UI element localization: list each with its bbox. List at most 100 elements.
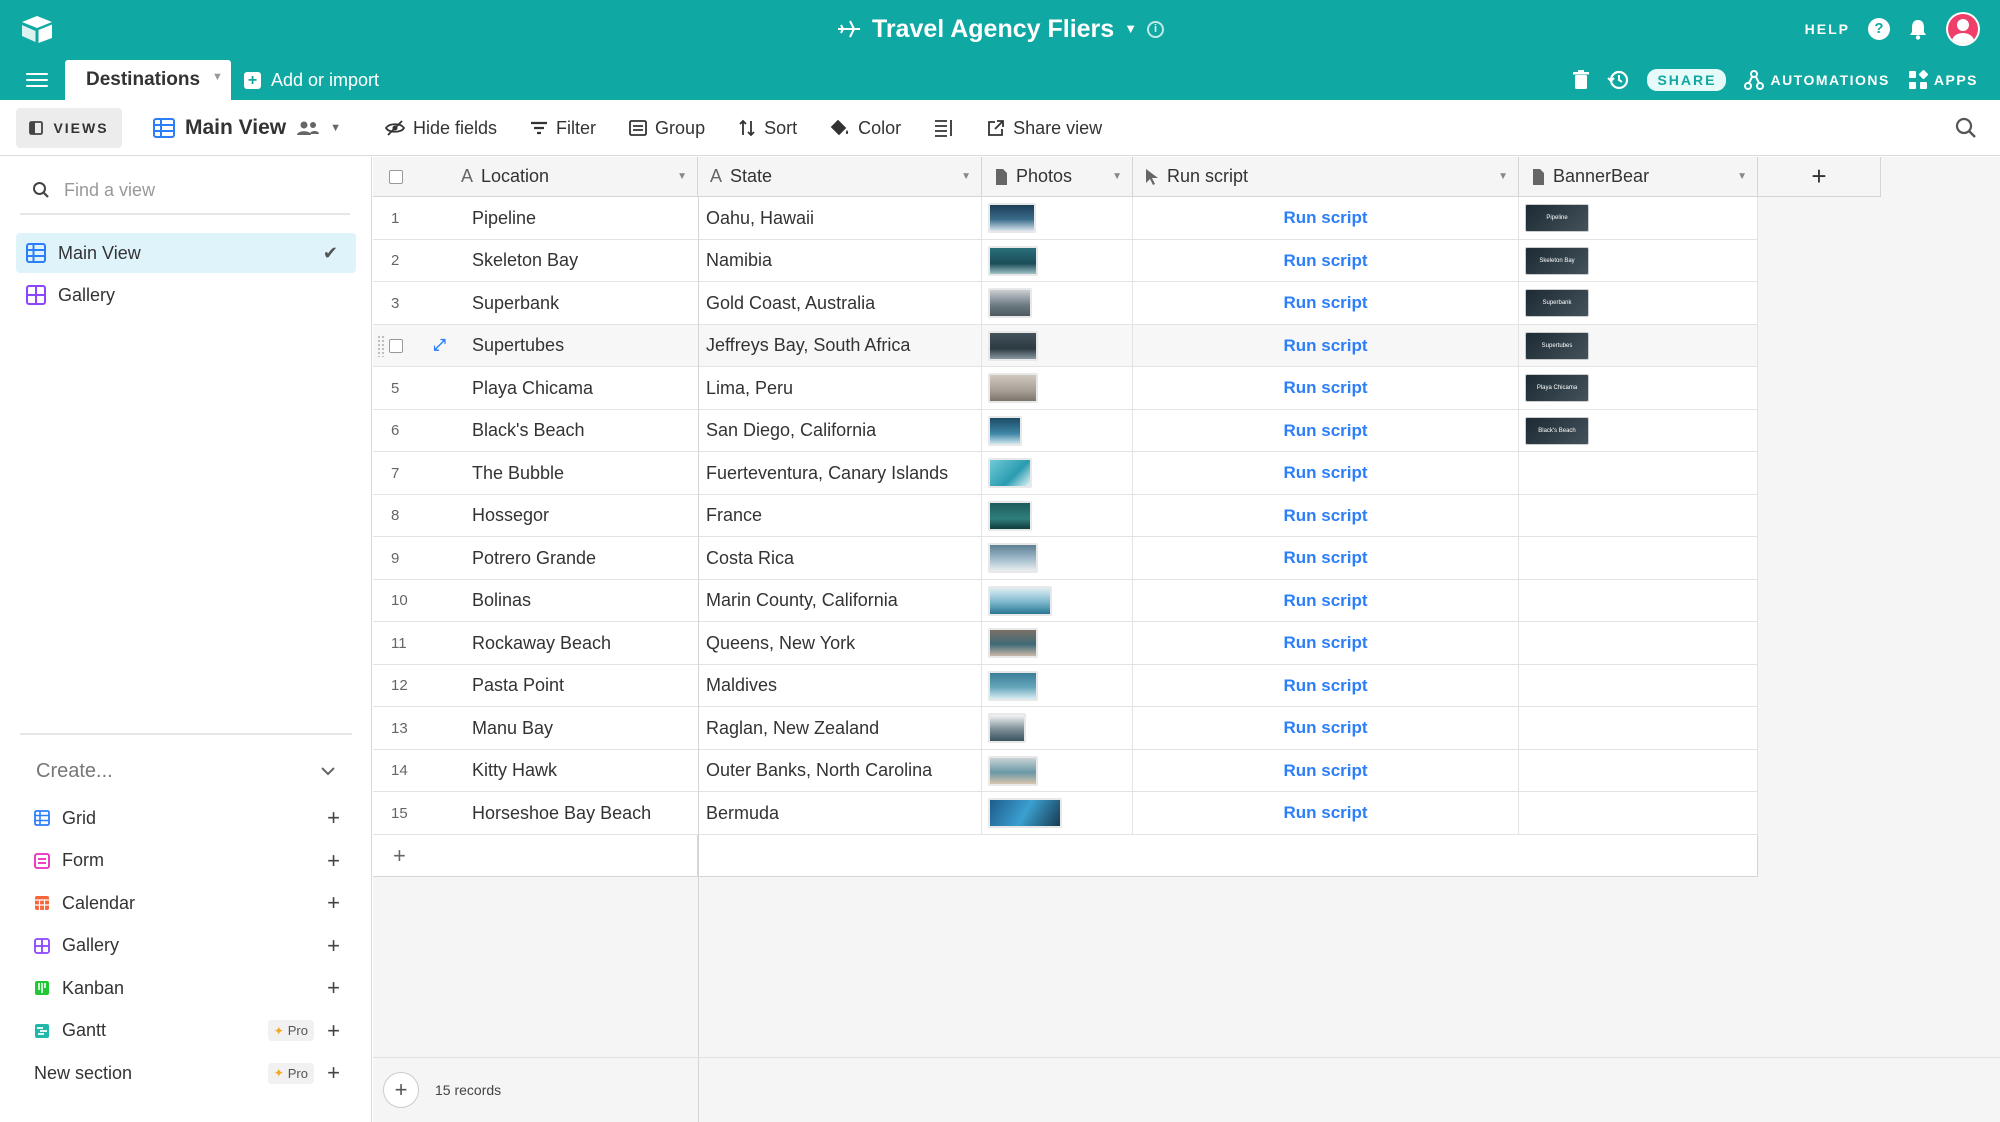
location-cell[interactable]: Bolinas bbox=[472, 580, 698, 623]
photos-cell[interactable] bbox=[982, 409, 1133, 452]
table-row[interactable]: Outer Banks, North Carolina Run script bbox=[698, 749, 1758, 792]
banner-image-thumbnail[interactable]: Black's Beach bbox=[1525, 416, 1589, 445]
create-calendar-view[interactable]: Calendar + bbox=[34, 882, 340, 925]
find-view-input[interactable]: Find a view bbox=[20, 167, 350, 215]
photos-cell[interactable] bbox=[982, 622, 1133, 665]
photos-cell[interactable] bbox=[982, 664, 1133, 707]
run-script-button[interactable]: Run script bbox=[1133, 506, 1518, 526]
table-row[interactable]: 8 Hossegor bbox=[373, 494, 698, 537]
table-row[interactable]: 9 Potrero Grande bbox=[373, 537, 698, 580]
banner-image-thumbnail[interactable]: Pipeline bbox=[1525, 204, 1589, 233]
add-row-area[interactable] bbox=[698, 834, 1758, 877]
expand-record-icon[interactable]: ⤢ bbox=[433, 337, 446, 355]
run-script-button[interactable]: Run script bbox=[1133, 676, 1518, 696]
row-checkbox-cell[interactable] bbox=[389, 325, 419, 368]
drag-handle-icon[interactable] bbox=[377, 334, 385, 357]
bannerbear-cell[interactable] bbox=[1519, 707, 1758, 750]
table-row[interactable]: 7 The Bubble bbox=[373, 452, 698, 495]
run-script-button[interactable]: Run script bbox=[1133, 548, 1518, 568]
add-record-button[interactable]: + bbox=[383, 1072, 419, 1108]
run-script-cell[interactable]: Run script bbox=[1133, 239, 1519, 282]
state-cell[interactable]: Namibia bbox=[698, 239, 982, 282]
table-row[interactable]: 14 Kitty Hawk bbox=[373, 749, 698, 793]
group-button[interactable]: Group bbox=[629, 118, 705, 139]
bannerbear-cell[interactable] bbox=[1519, 537, 1758, 580]
location-cell[interactable]: The Bubble bbox=[472, 452, 698, 495]
table-row[interactable]: 5 Playa Chicama bbox=[373, 367, 698, 410]
chevron-down-icon[interactable]: ▼ bbox=[330, 122, 341, 134]
user-avatar[interactable] bbox=[1946, 12, 1980, 46]
location-cell[interactable]: Playa Chicama bbox=[472, 367, 698, 410]
table-row[interactable]: Gold Coast, Australia Run script Superbank bbox=[698, 282, 1758, 325]
bannerbear-cell[interactable]: Superbank bbox=[1519, 282, 1758, 325]
photos-cell[interactable] bbox=[982, 282, 1133, 325]
location-cell[interactable]: Rockaway Beach bbox=[472, 622, 698, 665]
trash-icon[interactable] bbox=[1573, 70, 1590, 90]
state-cell[interactable]: Costa Rica bbox=[698, 537, 982, 580]
table-row[interactable]: ⤢ Supertubes bbox=[373, 324, 698, 368]
table-row[interactable]: Queens, New York Run script bbox=[698, 622, 1758, 665]
photo-thumbnail[interactable] bbox=[988, 670, 1038, 701]
photos-cell[interactable] bbox=[982, 579, 1133, 622]
bannerbear-cell[interactable] bbox=[1519, 664, 1758, 707]
share-view-button[interactable]: Share view bbox=[987, 118, 1102, 139]
color-button[interactable]: Color bbox=[830, 118, 901, 139]
run-script-cell[interactable]: Run script bbox=[1133, 494, 1519, 537]
table-row[interactable]: Fuerteventura, Canary Islands Run script bbox=[698, 452, 1758, 495]
photos-cell[interactable] bbox=[982, 367, 1133, 410]
location-cell[interactable]: Horseshoe Bay Beach bbox=[472, 792, 698, 835]
photo-thumbnail[interactable] bbox=[988, 458, 1032, 489]
search-icon[interactable] bbox=[1954, 116, 1978, 140]
hamburger-menu-icon[interactable] bbox=[26, 70, 48, 90]
photos-cell[interactable] bbox=[982, 707, 1133, 750]
state-cell[interactable]: Outer Banks, North Carolina bbox=[698, 749, 982, 792]
table-row[interactable]: France Run script bbox=[698, 494, 1758, 537]
add-field-button[interactable]: + bbox=[1758, 157, 1881, 197]
table-row[interactable]: 2 Skeleton Bay bbox=[373, 239, 698, 282]
run-script-cell[interactable]: Run script bbox=[1133, 409, 1519, 452]
state-cell[interactable]: Lima, Peru bbox=[698, 367, 982, 410]
table-row[interactable]: Maldives Run script bbox=[698, 664, 1758, 707]
state-cell[interactable]: Marin County, California bbox=[698, 579, 982, 622]
location-cell[interactable]: Kitty Hawk bbox=[472, 750, 698, 793]
banner-image-thumbnail[interactable]: Supertubes bbox=[1525, 331, 1589, 360]
table-row[interactable]: 12 Pasta Point bbox=[373, 664, 698, 707]
run-script-button[interactable]: Run script bbox=[1133, 336, 1518, 356]
column-header-bannerbear-cell[interactable]: BannerBear ▼ bbox=[1519, 157, 1758, 197]
add-or-import-button[interactable]: + Add or import bbox=[244, 60, 379, 100]
run-script-button[interactable]: Run script bbox=[1133, 293, 1518, 313]
table-row[interactable]: Bermuda Run script bbox=[698, 792, 1758, 835]
current-view-switcher[interactable]: Main View ▼ bbox=[153, 108, 341, 148]
table-row[interactable]: 15 Horseshoe Bay Beach bbox=[373, 792, 698, 835]
state-cell[interactable]: Maldives bbox=[698, 664, 982, 707]
create-gallery-view[interactable]: Gallery + bbox=[34, 925, 340, 968]
bannerbear-cell[interactable]: Black's Beach bbox=[1519, 409, 1758, 452]
run-script-button[interactable]: Run script bbox=[1133, 421, 1518, 441]
run-script-button[interactable]: Run script bbox=[1133, 463, 1518, 483]
photos-cell[interactable] bbox=[982, 324, 1133, 367]
photo-thumbnail[interactable] bbox=[988, 543, 1038, 574]
run-script-button[interactable]: Run script bbox=[1133, 251, 1518, 271]
column-header-photos-cell[interactable]: Photos ▼ bbox=[982, 157, 1133, 197]
location-cell[interactable]: Potrero Grande bbox=[472, 537, 698, 580]
photo-thumbnail[interactable] bbox=[988, 288, 1032, 319]
info-icon[interactable]: i bbox=[1147, 20, 1165, 38]
run-script-cell[interactable]: Run script bbox=[1133, 579, 1519, 622]
bannerbear-cell[interactable]: Pipeline bbox=[1519, 197, 1758, 240]
photos-cell[interactable] bbox=[982, 239, 1133, 282]
bannerbear-cell[interactable] bbox=[1519, 452, 1758, 495]
state-cell[interactable]: Jeffreys Bay, South Africa bbox=[698, 324, 982, 367]
create-kanban-view[interactable]: Kanban + bbox=[34, 967, 340, 1010]
bannerbear-cell[interactable] bbox=[1519, 749, 1758, 792]
create-view-section-toggle[interactable]: Create... bbox=[36, 751, 336, 791]
table-row[interactable]: 6 Black's Beach bbox=[373, 409, 698, 452]
bannerbear-cell[interactable]: Playa Chicama bbox=[1519, 367, 1758, 410]
filter-button[interactable]: Filter bbox=[530, 118, 596, 139]
photo-thumbnail[interactable] bbox=[988, 628, 1038, 659]
run-script-cell[interactable]: Run script bbox=[1133, 792, 1519, 835]
row-checkbox[interactable] bbox=[389, 338, 403, 353]
table-row[interactable]: 13 Manu Bay bbox=[373, 707, 698, 750]
create-form-view[interactable]: Form + bbox=[34, 840, 340, 883]
banner-image-thumbnail[interactable]: Superbank bbox=[1525, 289, 1589, 318]
photo-thumbnail[interactable] bbox=[988, 330, 1038, 361]
